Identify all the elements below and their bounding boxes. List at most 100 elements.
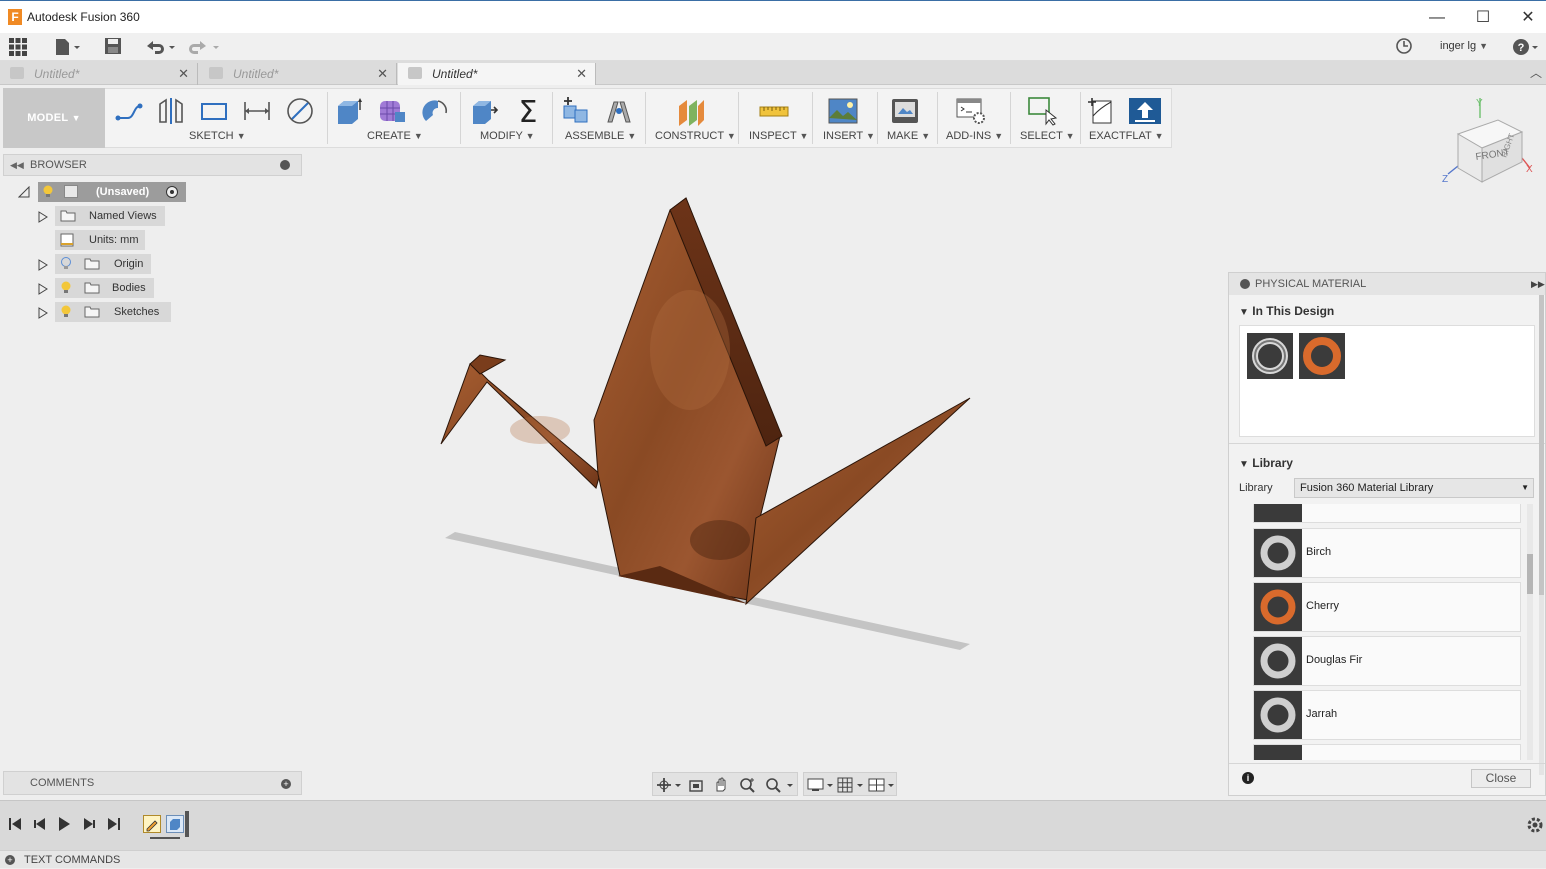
sigma-parameters-icon[interactable]: Σ <box>513 95 543 130</box>
close-tab-icon[interactable]: ✕ <box>178 63 189 85</box>
in-this-design-header[interactable]: ▼ In This Design <box>1239 304 1334 318</box>
material-thumb-chrome[interactable] <box>1247 333 1293 379</box>
timeline-extrude-feature-icon[interactable] <box>166 815 184 833</box>
step-back-icon[interactable] <box>33 817 47 834</box>
job-status-clock-icon[interactable] <box>1395 37 1413 57</box>
revolve-icon[interactable] <box>420 96 450 126</box>
library-select[interactable]: Fusion 360 Material Library ▼ <box>1294 478 1534 498</box>
display-settings-icon[interactable] <box>807 777 835 796</box>
form-tspline-icon[interactable] <box>377 96 407 126</box>
sketch-mirror-icon[interactable] <box>156 96 186 126</box>
expand-arrow-icon[interactable] <box>38 307 48 319</box>
sketch-dimension-icon[interactable] <box>242 96 272 126</box>
exactflat-menu[interactable]: EXACTFLAT ▼ <box>1089 130 1164 142</box>
step-forward-icon[interactable] <box>82 817 96 834</box>
sketch-line-icon[interactable] <box>114 96 144 126</box>
new-component-icon[interactable] <box>561 96 591 126</box>
go-to-end-icon[interactable] <box>107 817 121 834</box>
timeline-marker[interactable] <box>185 811 189 837</box>
close-window-button[interactable]: ✕ <box>1505 5 1546 31</box>
maximize-button[interactable]: ☐ <box>1460 5 1506 31</box>
browser-item-units[interactable]: Units: mm <box>55 230 145 250</box>
play-icon[interactable] <box>57 816 71 835</box>
list-item[interactable]: Birch <box>1253 528 1521 578</box>
create-menu[interactable]: CREATE ▼ <box>367 130 423 142</box>
comments-panel[interactable]: COMMENTS + <box>3 771 302 795</box>
document-tab-active[interactable]: Untitled* ✕ <box>398 63 596 85</box>
scrollbar-thumb[interactable] <box>1527 554 1533 594</box>
close-tab-icon[interactable]: ✕ <box>576 63 587 85</box>
joint-icon[interactable] <box>604 96 634 126</box>
zoom-icon[interactable] <box>739 777 757 796</box>
close-tab-icon[interactable]: ✕ <box>377 63 388 85</box>
minimize-button[interactable]: — <box>1414 5 1460 31</box>
user-account-menu[interactable]: inger lg ▼ <box>1440 40 1488 52</box>
timeline-sketch-feature-icon[interactable] <box>143 815 161 833</box>
orbit-icon[interactable] <box>656 777 682 796</box>
browser-item-named-views[interactable]: Named Views <box>55 206 165 226</box>
browser-item-origin[interactable]: Origin <box>55 254 151 274</box>
material-list-scrollbar[interactable] <box>1527 504 1533 760</box>
workspace-switcher[interactable]: MODEL ▼ <box>3 88 105 148</box>
physical-material-header[interactable]: PHYSICAL MATERIAL ▶▶ <box>1229 273 1545 295</box>
visibility-bulb-icon[interactable] <box>60 281 72 302</box>
collapse-tabs-chevron-up-icon[interactable]: ︿ <box>1530 64 1542 81</box>
browser-panel-header[interactable]: ◀◀ BROWSER <box>3 154 302 176</box>
save-icon[interactable] <box>104 37 122 57</box>
redo-icon[interactable] <box>188 37 222 57</box>
insert-menu[interactable]: INSERT ▼ <box>823 130 875 142</box>
help-icon[interactable]: ? <box>1512 37 1542 57</box>
select-menu[interactable]: SELECT ▼ <box>1020 130 1075 142</box>
close-button[interactable]: Close <box>1471 769 1531 788</box>
offset-plane-icon[interactable] <box>676 96 706 126</box>
go-to-start-icon[interactable] <box>8 817 22 834</box>
document-tab[interactable]: Untitled* ✕ <box>199 63 397 85</box>
list-item[interactable]: Douglas Fir <box>1253 636 1521 686</box>
exactflat-new-sheet-icon[interactable] <box>1087 96 1117 126</box>
measure-ruler-icon[interactable] <box>759 96 789 126</box>
browser-root-item[interactable]: (Unsaved) <box>38 182 186 202</box>
sketch-circle-icon[interactable] <box>285 96 315 126</box>
viewports-icon[interactable] <box>868 777 896 796</box>
panel-scrollbar[interactable] <box>1539 295 1544 775</box>
list-item[interactable]: Jarrah <box>1253 690 1521 740</box>
exactflat-export-icon[interactable] <box>1129 96 1161 126</box>
material-thumb-cherry[interactable] <box>1299 333 1345 379</box>
sketch-menu[interactable]: SKETCH ▼ <box>189 130 246 142</box>
tree-expand-root-icon[interactable] <box>17 185 30 201</box>
extrude-icon[interactable] <box>334 96 364 126</box>
expand-arrow-icon[interactable] <box>38 211 48 223</box>
add-ins-menu[interactable]: ADD-INS ▼ <box>946 130 1003 142</box>
expand-arrow-icon[interactable] <box>38 283 48 295</box>
modify-menu[interactable]: MODIFY ▼ <box>480 130 535 142</box>
library-section-header[interactable]: ▼ Library <box>1239 456 1293 470</box>
press-pull-icon[interactable] <box>469 96 499 126</box>
sketch-rectangle-icon[interactable] <box>199 96 229 126</box>
scrollbar-thumb[interactable] <box>1539 295 1544 595</box>
3d-print-icon[interactable] <box>890 96 920 126</box>
add-comment-icon[interactable]: + <box>281 779 291 789</box>
data-panel-grid-icon[interactable] <box>9 38 27 58</box>
visibility-bulb-off-icon[interactable] <box>60 257 72 278</box>
pan-hand-icon[interactable] <box>713 777 729 796</box>
info-icon[interactable]: i <box>1242 772 1254 784</box>
browser-minimize-icon[interactable] <box>280 160 290 170</box>
insert-image-icon[interactable] <box>828 96 858 126</box>
material-list[interactable]: Birch Cherry Douglas Fir Jarrah <box>1229 504 1529 760</box>
expand-panel-icon[interactable]: ▶▶ <box>1531 273 1545 295</box>
file-menu-icon[interactable] <box>54 37 82 57</box>
visibility-bulb-icon[interactable] <box>60 305 72 326</box>
collapse-browser-icon[interactable]: ◀◀ <box>10 155 24 175</box>
make-menu[interactable]: MAKE ▼ <box>887 130 930 142</box>
document-tab[interactable]: Untitled* ✕ <box>0 63 198 85</box>
assemble-menu[interactable]: ASSEMBLE ▼ <box>565 130 636 142</box>
select-cursor-icon[interactable] <box>1028 96 1058 126</box>
fit-zoom-window-icon[interactable] <box>765 777 795 796</box>
text-commands-bar[interactable]: + TEXT COMMANDS <box>0 850 1546 868</box>
browser-item-sketches[interactable]: Sketches <box>55 302 171 322</box>
scripts-addins-icon[interactable] <box>956 96 986 126</box>
list-item[interactable]: Cherry <box>1253 582 1521 632</box>
inspect-menu[interactable]: INSPECT ▼ <box>749 130 808 142</box>
construct-menu[interactable]: CONSTRUCT ▼ <box>655 130 736 142</box>
visibility-bulb-icon[interactable] <box>42 185 54 206</box>
